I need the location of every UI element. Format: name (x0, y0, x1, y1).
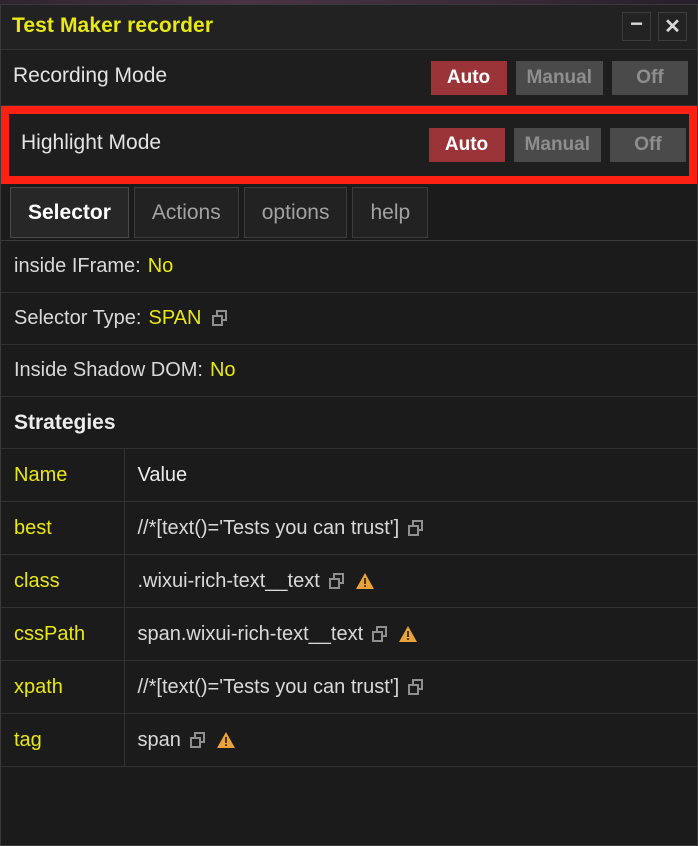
copy-icon[interactable] (408, 519, 425, 537)
copy-icon[interactable] (328, 572, 346, 590)
strategies-heading: Strategies (1, 397, 697, 449)
inside-iframe-value: No (147, 255, 174, 277)
highlight-mode-manual-button[interactable]: Manual (513, 128, 601, 162)
minimize-icon[interactable]: − (622, 12, 651, 41)
inside-iframe-row: inside IFrame: No (1, 241, 697, 293)
warning-icon[interactable] (216, 731, 236, 749)
tab-bar: Selector Actions options help (1, 184, 697, 241)
tab-options[interactable]: options (243, 187, 348, 238)
highlight-mode-highlight-border: Highlight Mode Auto Manual Off (1, 106, 697, 184)
inside-shadow-dom-label: Inside Shadow DOM: (14, 359, 203, 381)
selector-type-label: Selector Type: (14, 307, 142, 329)
inside-shadow-dom-row: Inside Shadow DOM: No (1, 345, 697, 397)
strategy-value-cell: span.wixui-rich-text__text (124, 607, 697, 661)
strategy-name: class (1, 554, 125, 608)
highlight-mode-label: Highlight Mode (21, 131, 162, 154)
inside-iframe-label: inside IFrame: (14, 255, 141, 277)
strategy-value-cell: span (124, 713, 697, 767)
recording-mode-label: Recording Mode (13, 64, 168, 87)
tab-help[interactable]: help (352, 187, 429, 238)
recording-mode-options: Auto Manual Off (430, 61, 688, 95)
table-row: tag span (1, 713, 697, 767)
inside-shadow-dom-value: No (209, 359, 236, 381)
table-row: class .wixui-rich-text__text (1, 554, 697, 608)
copy-icon[interactable] (189, 731, 207, 749)
empty-area (1, 767, 697, 845)
tab-actions[interactable]: Actions (133, 187, 239, 238)
strategy-name: tag (1, 713, 125, 767)
column-header-name: Name (1, 449, 125, 502)
highlight-mode-off-button[interactable]: Off (610, 128, 686, 162)
strategy-name: best (1, 501, 125, 555)
page-title: Test Maker recorder (12, 14, 214, 37)
highlight-mode-auto-button[interactable]: Auto (428, 128, 505, 162)
strategy-value-cell: //*[text()='Tests you can trust'] (124, 660, 697, 714)
recording-mode-manual-button[interactable]: Manual (515, 61, 603, 95)
recording-mode-off-button[interactable]: Off (612, 61, 688, 95)
title-bar: Test Maker recorder − ✕ (1, 5, 697, 50)
highlight-mode-row: Highlight Mode Auto Manual Off (9, 114, 689, 176)
strategy-value: span (137, 728, 181, 751)
highlight-mode-options: Auto Manual Off (428, 128, 686, 162)
recorder-panel: Test Maker recorder − ✕ Recording Mode A… (0, 4, 698, 846)
table-row: best //*[text()='Tests you can trust'] (1, 501, 697, 555)
selector-type-value: SPAN (148, 307, 202, 329)
copy-icon[interactable] (212, 310, 229, 327)
recording-mode-row: Recording Mode Auto Manual Off (1, 50, 697, 106)
warning-icon[interactable] (355, 572, 375, 590)
recording-mode-auto-button[interactable]: Auto (430, 61, 507, 95)
table-row: cssPath span.wixui-rich-text__text (1, 607, 697, 661)
strategy-value-cell: .wixui-rich-text__text (124, 554, 697, 608)
strategies-table: Name Value best //*[text()='Tests you ca… (1, 449, 697, 767)
strategy-value: span.wixui-rich-text__text (137, 622, 364, 645)
tab-selector[interactable]: Selector (10, 187, 129, 238)
table-header-row: Name Value (1, 449, 697, 502)
table-row: xpath //*[text()='Tests you can trust'] (1, 660, 697, 714)
close-icon[interactable]: ✕ (658, 12, 687, 41)
column-header-value: Value (124, 449, 697, 502)
selector-type-row: Selector Type: SPAN (1, 293, 697, 345)
copy-icon[interactable] (408, 678, 425, 696)
strategy-value: .wixui-rich-text__text (137, 569, 320, 592)
window-controls: − ✕ (622, 12, 687, 41)
strategy-value: //*[text()='Tests you can trust'] (137, 516, 400, 539)
strategy-value: //*[text()='Tests you can trust'] (137, 675, 400, 698)
warning-icon[interactable] (398, 625, 418, 643)
copy-icon[interactable] (372, 625, 389, 643)
strategy-name: cssPath (1, 607, 125, 661)
strategy-value-cell: //*[text()='Tests you can trust'] (124, 501, 697, 555)
strategy-name: xpath (1, 660, 125, 714)
